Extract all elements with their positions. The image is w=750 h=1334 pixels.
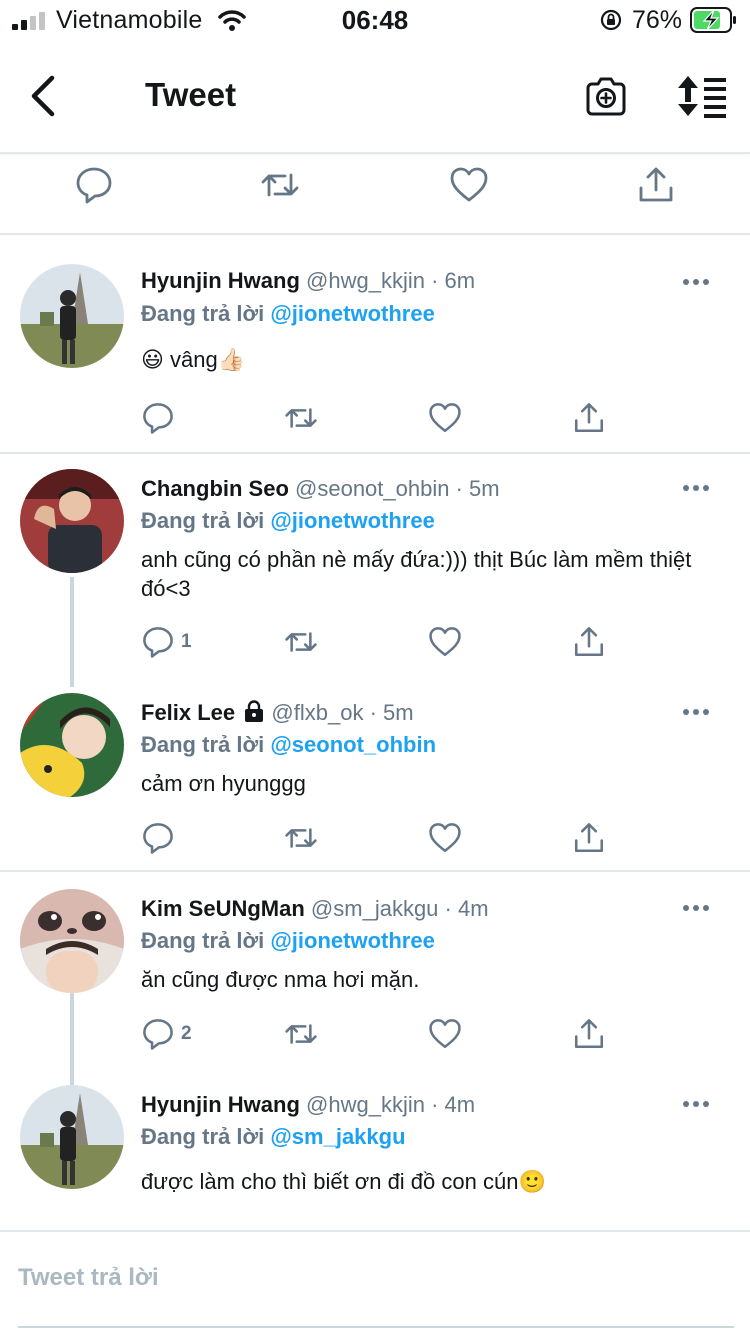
reply-tweet[interactable]: Hyunjin Hwang @hwg_kkjin · 4m Đang trả l… [0, 1072, 750, 1230]
replying-to: Đang trả lời @sm_jakkgu [141, 1124, 406, 1150]
replying-label: Đang trả lời [141, 508, 265, 533]
reply-icon[interactable] [141, 401, 175, 435]
replying-label: Đang trả lời [141, 732, 265, 757]
reply-count: 1 [181, 631, 192, 652]
mention-link[interactable]: @sm_jakkgu [270, 1124, 405, 1149]
mention-link[interactable]: @jionetwothree [270, 928, 434, 953]
like-heart-icon[interactable] [428, 821, 462, 855]
display-name[interactable]: Hyunjin Hwang [141, 1092, 300, 1117]
tweet-header: Kim SeUNgMan @sm_jakkgu · 4m [141, 896, 489, 922]
tweet-text: 😃 vâng👍🏻 [141, 347, 246, 372]
user-handle: @sm_jakkgu [310, 896, 439, 921]
more-options-icon[interactable] [682, 707, 710, 717]
user-handle: @seonot_ohbin [295, 476, 450, 501]
replying-label: Đang trả lời [141, 301, 265, 326]
user-handle: @hwg_kkjin [306, 268, 425, 293]
reply-icon[interactable] [141, 625, 175, 659]
navigation-bar: Tweet [0, 40, 750, 154]
status-bar: Vietnamobile 06:48 76% [0, 0, 750, 40]
like-heart-icon[interactable] [428, 1017, 462, 1051]
main-tweet-actions [0, 154, 750, 235]
tweet-header: Changbin Seo @seonot_ohbin · 5m [141, 476, 500, 502]
timestamp: · 5m [369, 700, 414, 725]
avatar[interactable] [20, 469, 124, 573]
page-title: Tweet [145, 76, 237, 113]
reply-icon[interactable] [74, 165, 114, 205]
more-options-icon[interactable] [682, 277, 710, 287]
tweet-text: được làm cho thì biết ơn đi đồ con cún🙂 [141, 1169, 546, 1194]
more-options-icon[interactable] [682, 483, 710, 493]
input-underline [18, 1326, 734, 1328]
retweet-icon[interactable] [284, 821, 318, 855]
reply-tweet[interactable]: Hyunjin Hwang @hwg_kkjin · 6m Đang trả l… [0, 236, 750, 452]
sort-replies-icon[interactable] [676, 74, 728, 118]
share-icon[interactable] [572, 625, 606, 659]
timestamp: · 6m [431, 268, 476, 293]
display-name[interactable]: Felix Lee [141, 700, 235, 725]
reply-count: 2 [181, 1023, 192, 1044]
protected-lock-icon [245, 700, 264, 722]
replying-to: Đang trả lời @jionetwothree [141, 508, 435, 534]
timestamp: · 4m [444, 896, 489, 921]
tweet-actions: 1 [0, 625, 750, 665]
share-icon[interactable] [572, 401, 606, 435]
tweet-header: Hyunjin Hwang @hwg_kkjin · 4m [141, 1092, 475, 1118]
reply-icon[interactable] [141, 821, 175, 855]
mention-link[interactable]: @jionetwothree [270, 508, 434, 533]
retweet-icon[interactable] [284, 1017, 318, 1051]
avatar[interactable] [20, 693, 124, 797]
display-name[interactable]: Changbin Seo [141, 476, 289, 501]
share-icon[interactable] [572, 1017, 606, 1051]
tweet-text: cảm ơn hyunggg [141, 771, 306, 796]
tweet-actions [0, 821, 750, 861]
timestamp: · 4m [431, 1092, 476, 1117]
replying-label: Đang trả lời [141, 928, 265, 953]
mention-link[interactable]: @seonot_ohbin [270, 732, 436, 757]
tweet-header: Hyunjin Hwang @hwg_kkjin · 6m [141, 268, 475, 294]
user-handle: @hwg_kkjin [306, 1092, 425, 1117]
like-heart-icon[interactable] [449, 165, 489, 205]
retweet-icon[interactable] [260, 165, 300, 205]
timestamp: · 5m [455, 476, 500, 501]
tweet-text: ăn cũng được nma hơi mặn. [141, 967, 420, 992]
battery-charging-icon [690, 7, 736, 33]
replying-label: Đang trả lời [141, 1124, 265, 1149]
back-arrow-icon[interactable] [22, 72, 62, 120]
replying-to: Đang trả lời @seonot_ohbin [141, 732, 436, 758]
replying-to: Đang trả lời @jionetwothree [141, 928, 435, 954]
reply-composer[interactable]: Tweet trả lời [0, 1230, 750, 1334]
tweet-text: anh cũng có phần nè mấy đứa:))) thịt Búc… [141, 547, 692, 601]
tweet-actions: 2 [0, 1017, 750, 1057]
avatar[interactable] [20, 889, 124, 993]
share-icon[interactable] [636, 165, 676, 205]
retweet-icon[interactable] [284, 401, 318, 435]
avatar[interactable] [20, 264, 124, 368]
reply-input-placeholder[interactable]: Tweet trả lời [18, 1264, 159, 1292]
like-heart-icon[interactable] [428, 401, 462, 435]
avatar[interactable] [20, 1085, 124, 1189]
retweet-icon[interactable] [284, 625, 318, 659]
more-options-icon[interactable] [682, 903, 710, 913]
display-name[interactable]: Kim SeUNgMan [141, 896, 305, 921]
replying-to: Đang trả lời @jionetwothree [141, 301, 435, 327]
more-options-icon[interactable] [682, 1099, 710, 1109]
camera-add-icon[interactable] [584, 74, 628, 118]
user-handle: @flxb_ok [271, 700, 364, 725]
tweet-actions [0, 401, 750, 441]
reply-tweet[interactable]: Kim SeUNgMan @sm_jakkgu · 4m Đang trả lờ… [0, 872, 750, 1107]
battery-percent: 76% [632, 6, 683, 34]
share-icon[interactable] [572, 821, 606, 855]
reply-icon[interactable] [141, 1017, 175, 1051]
reply-tweet[interactable]: Felix Lee @flxb_ok · 5m Đang trả lời @se… [0, 678, 750, 870]
like-heart-icon[interactable] [428, 625, 462, 659]
tweet-header: Felix Lee @flxb_ok · 5m [141, 700, 414, 726]
display-name[interactable]: Hyunjin Hwang [141, 268, 300, 293]
reply-tweet[interactable]: Changbin Seo @seonot_ohbin · 5m Đang trả… [0, 454, 750, 687]
orientation-lock-icon [600, 9, 622, 31]
mention-link[interactable]: @jionetwothree [270, 301, 434, 326]
